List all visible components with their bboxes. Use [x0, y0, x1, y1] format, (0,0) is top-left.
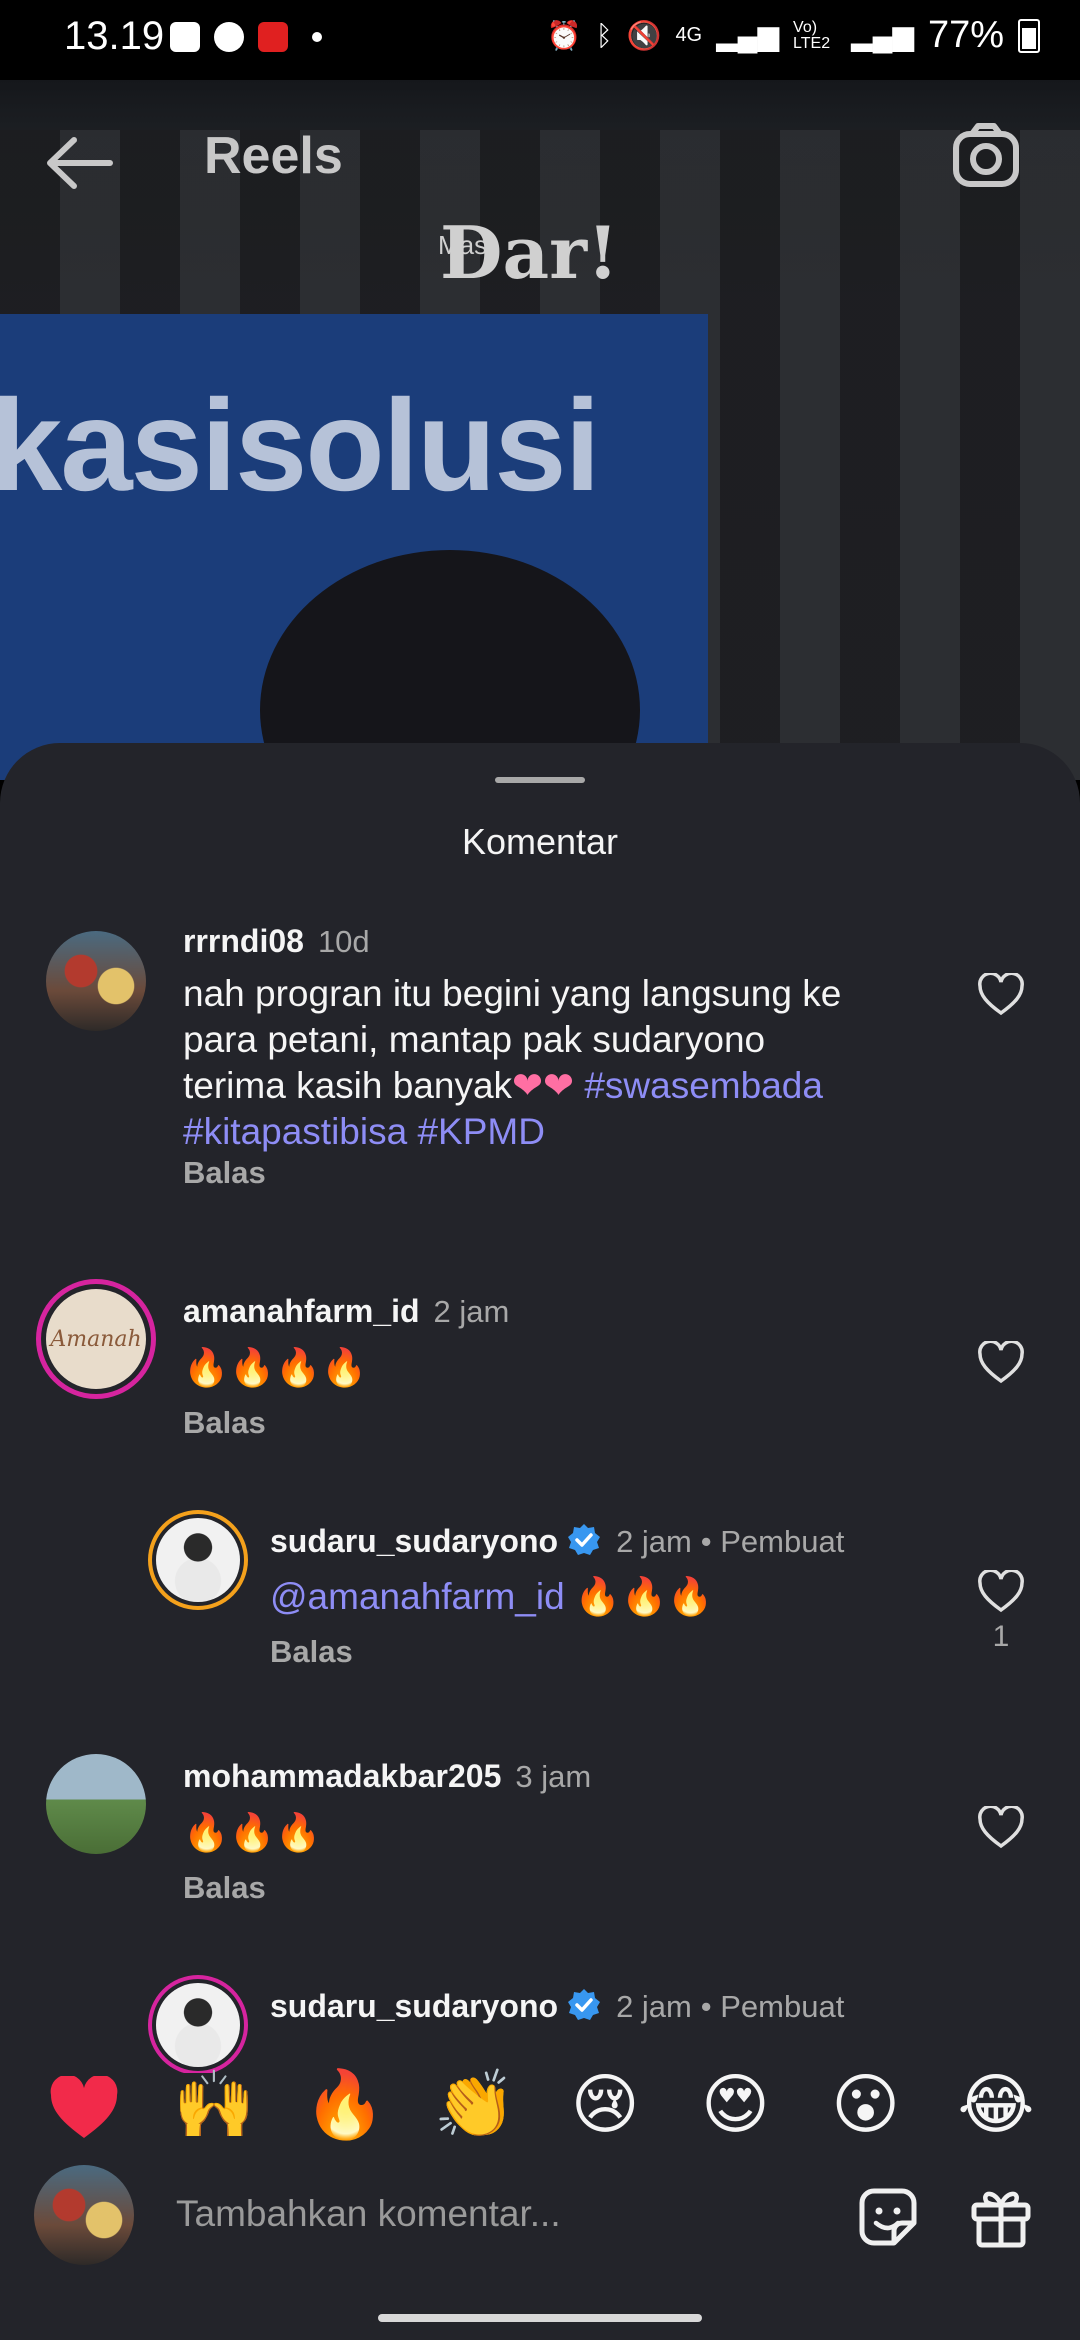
reels-top-bar: Reels: [0, 80, 1080, 230]
comments-list[interactable]: rrrndi08 10d nah progran itu begini yang …: [0, 883, 1080, 2073]
verified-badge-icon: [568, 1989, 601, 2020]
comment-username[interactable]: sudaru_sudaryono 2 jam • Pembuat: [270, 1522, 844, 1560]
my-avatar: [34, 2165, 134, 2265]
comment-emojis: 🔥🔥🔥: [564, 1576, 714, 1617]
comment-text: 🔥🔥🔥🔥: [183, 1347, 368, 1388]
gallery-icon: [170, 22, 200, 52]
reply-button[interactable]: Balas: [270, 1634, 353, 1670]
hashtag-link[interactable]: #swasembada: [584, 1065, 823, 1106]
signal-icon: ▂▄▆: [716, 20, 780, 51]
comment-line: para petani, mantap pak sudaryono: [183, 1019, 766, 1060]
battery-percent: 77%: [927, 14, 1004, 56]
avatar[interactable]: [156, 1518, 240, 1602]
comment-line: terima kasih banyak❤❤ #swasembada: [183, 1063, 963, 1109]
comments-sheet: Komentar rrrndi08 10d nah progran itu beg…: [0, 743, 1080, 2340]
emoji-heart-eyes-button[interactable]: 😍: [685, 2060, 785, 2150]
avatar[interactable]: [46, 931, 146, 1031]
comment-time: 2 jam: [616, 1524, 692, 1559]
emoji-clap-button[interactable]: 👏: [425, 2060, 525, 2150]
comment-text: 🔥🔥🔥: [183, 1812, 322, 1853]
emoji-raising-hands-button[interactable]: 🙌: [164, 2060, 264, 2150]
comment-username[interactable]: mohammadakbar205 3 jam: [183, 1758, 591, 1795]
hashtag-link[interactable]: #kitapastibisa #KPMD: [183, 1109, 963, 1155]
creator-badge: • Pembuat: [700, 1524, 845, 1559]
like-count: 1: [992, 1620, 1010, 1653]
username-text[interactable]: sudaru_sudaryono: [270, 1988, 558, 2024]
comment-line: nah progran itu begini yang langsung ke: [183, 973, 842, 1014]
heart-emojis: ❤❤: [512, 1065, 575, 1106]
username-text[interactable]: mohammadakbar205: [183, 1758, 501, 1794]
arrow-left-icon[interactable]: [40, 128, 120, 198]
comment-username[interactable]: rrrndi08 10d: [183, 923, 370, 960]
red-heart-icon: [50, 2075, 118, 2138]
reply-button[interactable]: Balas: [183, 1155, 266, 1191]
sticker-icon[interactable]: [854, 2183, 922, 2251]
status-time: 13.19: [64, 14, 165, 58]
network-type: 4G: [675, 24, 703, 46]
heart-icon[interactable]: [977, 1341, 1025, 1385]
gift-icon[interactable]: [968, 2183, 1034, 2249]
username-text[interactable]: amanahfarm_id: [183, 1293, 420, 1329]
camera-icon[interactable]: [950, 120, 1022, 192]
more-notifications-dot: [312, 32, 322, 42]
username-text[interactable]: rrrndi08: [183, 923, 304, 959]
comment-time: 3 jam: [515, 1759, 592, 1794]
emoji-heart-button[interactable]: [34, 2060, 134, 2150]
emoji-crying-button[interactable]: 😢: [555, 2060, 655, 2150]
volte-label: Vo) LTE2: [793, 18, 831, 52]
video-panel-text: kasisolusi: [0, 372, 601, 518]
chat-icon: [214, 22, 244, 52]
page-title: Reels: [204, 127, 343, 185]
comment-time: 10d: [317, 924, 370, 959]
quick-emoji-bar: 🙌 🔥 👏 😢 😍 😮 😂: [0, 2060, 1080, 2150]
battery-icon: [1018, 18, 1040, 53]
comment-input-row: Tambahkan komentar...: [0, 2165, 1080, 2285]
avatar-logo-text: Amanah: [50, 1327, 142, 1352]
sheet-title: Komentar: [461, 821, 619, 862]
signal-2-icon: ▂▄▆: [851, 20, 914, 51]
creator-badge: • Pembuat: [700, 1989, 845, 2024]
status-right: ⏰ ᛒ 🔇 4G ▂▄▆ Vo) LTE2 ▂▄▆ 77%: [547, 14, 1040, 57]
bluetooth-icon: ᛒ: [595, 19, 613, 51]
comment-time: 2 jam: [616, 1989, 692, 2024]
avatar[interactable]: [46, 1754, 146, 1854]
alarm-icon: ⏰: [546, 20, 582, 51]
avatar[interactable]: [156, 1983, 240, 2067]
app-notification-icon: [258, 22, 288, 52]
status-bar: 13.19 ⏰ ᛒ 🔇 4G ▂▄▆ Vo) LTE2 ▂▄▆ 77%: [0, 0, 1080, 80]
emoji-laughing-button[interactable]: 😂: [946, 2060, 1046, 2150]
emoji-fire-button[interactable]: 🔥: [295, 2060, 395, 2150]
comment-username[interactable]: amanahfarm_id 2 jam: [183, 1293, 509, 1330]
reply-button[interactable]: Balas: [183, 1870, 266, 1906]
emoji-surprised-button[interactable]: 😮: [816, 2060, 916, 2150]
heart-icon[interactable]: [977, 973, 1025, 1017]
mention-link[interactable]: @amanahfarm_id: [270, 1576, 565, 1617]
comment-username[interactable]: sudaru_sudaryono 2 jam • Pembuat: [270, 1987, 844, 2025]
heart-icon[interactable]: [977, 1570, 1025, 1614]
home-indicator[interactable]: [378, 2314, 702, 2322]
notification-icons: [170, 22, 322, 52]
username-text[interactable]: sudaru_sudaryono: [270, 1523, 558, 1559]
reply-button[interactable]: Balas: [183, 1405, 266, 1441]
mute-icon: 🔇: [626, 20, 662, 51]
sheet-drag-handle[interactable]: [495, 777, 585, 783]
avatar[interactable]: Amanah: [46, 1289, 146, 1389]
comment-time: 2 jam: [433, 1294, 510, 1329]
comment-input[interactable]: Tambahkan komentar...: [176, 2193, 561, 2235]
verified-badge-icon: [568, 1524, 601, 1555]
comment-line-text: terima kasih banyak: [183, 1065, 513, 1106]
comment-text: @amanahfarm_id 🔥🔥🔥: [270, 1574, 713, 1620]
comment-text: nah progran itu begini yang langsung ke …: [183, 971, 963, 1155]
heart-icon[interactable]: [977, 1806, 1025, 1850]
